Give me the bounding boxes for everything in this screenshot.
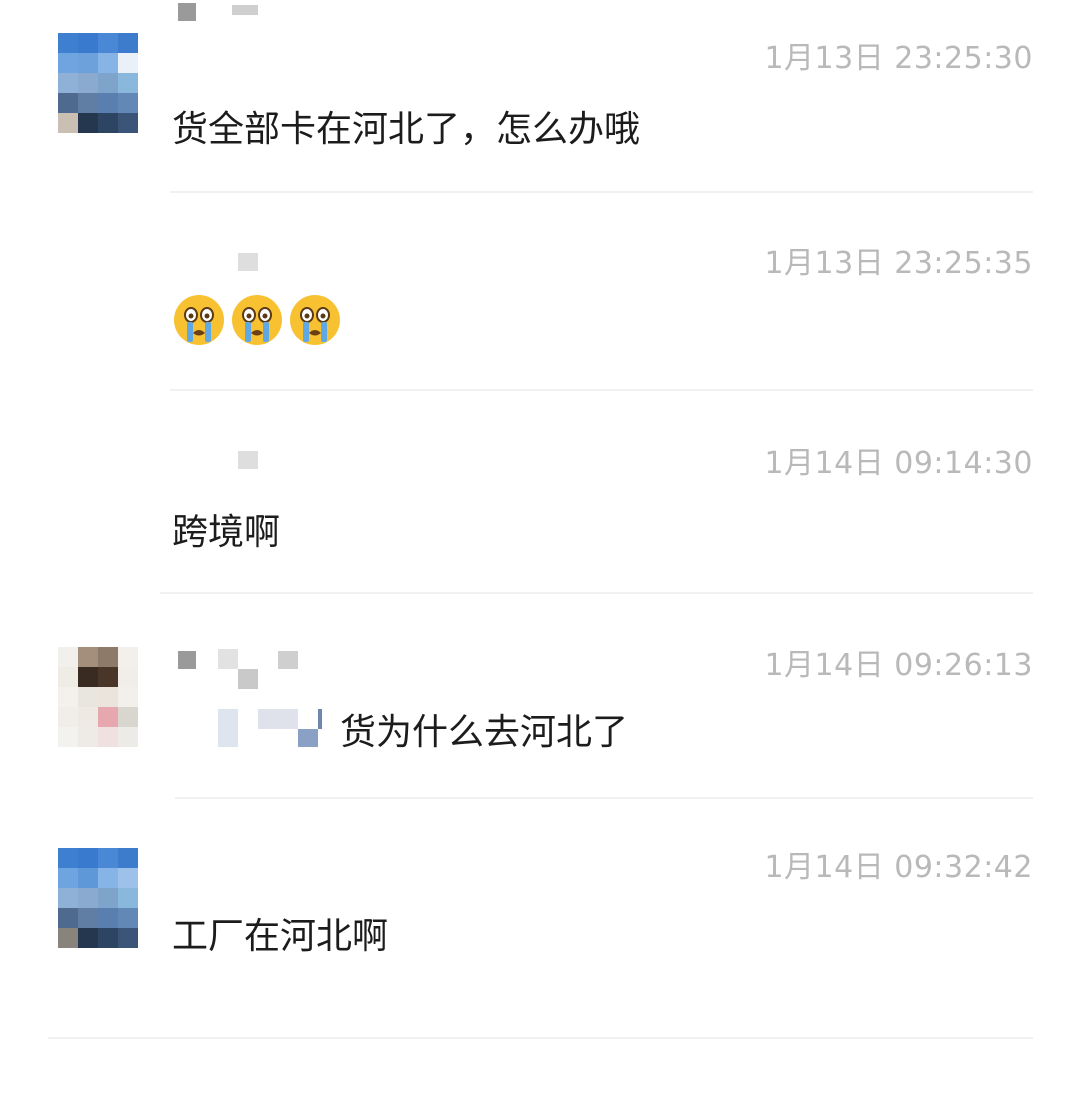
message-text: 货为什么去河北了 xyxy=(340,712,629,753)
divider xyxy=(160,592,1033,594)
message-text: 货全部卡在河北了，怎么办哦 xyxy=(172,109,641,150)
chat-message[interactable]: 1月13日 23:25:30 货全部卡在河北了，怎么办哦 xyxy=(0,0,1073,195)
loudly-crying-face-icon xyxy=(290,295,340,345)
avatar[interactable] xyxy=(58,647,138,747)
timestamp: 1月13日 23:25:30 xyxy=(764,41,1033,76)
emoji-group xyxy=(172,293,342,347)
timestamp: 1月13日 23:25:35 xyxy=(764,246,1033,281)
timestamp: 1月14日 09:26:13 xyxy=(764,648,1033,683)
message-text: 工厂在河北啊 xyxy=(172,916,389,957)
chat-message[interactable]: 1月14日 09:32:42 工厂在河北啊 xyxy=(0,800,1073,1045)
chat-message[interactable]: 1月13日 23:25:35 xyxy=(0,195,1073,395)
avatar[interactable] xyxy=(58,848,138,948)
divider xyxy=(175,797,1033,799)
avatar[interactable] xyxy=(58,33,138,133)
loudly-crying-face-icon xyxy=(232,295,282,345)
timestamp: 1月14日 09:32:42 xyxy=(764,850,1033,885)
divider xyxy=(170,191,1033,193)
message-text: 跨境啊 xyxy=(172,512,281,553)
timestamp: 1月14日 09:14:30 xyxy=(764,446,1033,481)
divider xyxy=(48,1037,1033,1039)
chat-message[interactable]: 1月14日 09:14:30 跨境啊 xyxy=(0,395,1073,595)
chat-message[interactable]: 1月14日 09:26:13 货为什么去河北了 xyxy=(0,595,1073,800)
loudly-crying-face-icon xyxy=(174,295,224,345)
divider xyxy=(170,389,1033,391)
